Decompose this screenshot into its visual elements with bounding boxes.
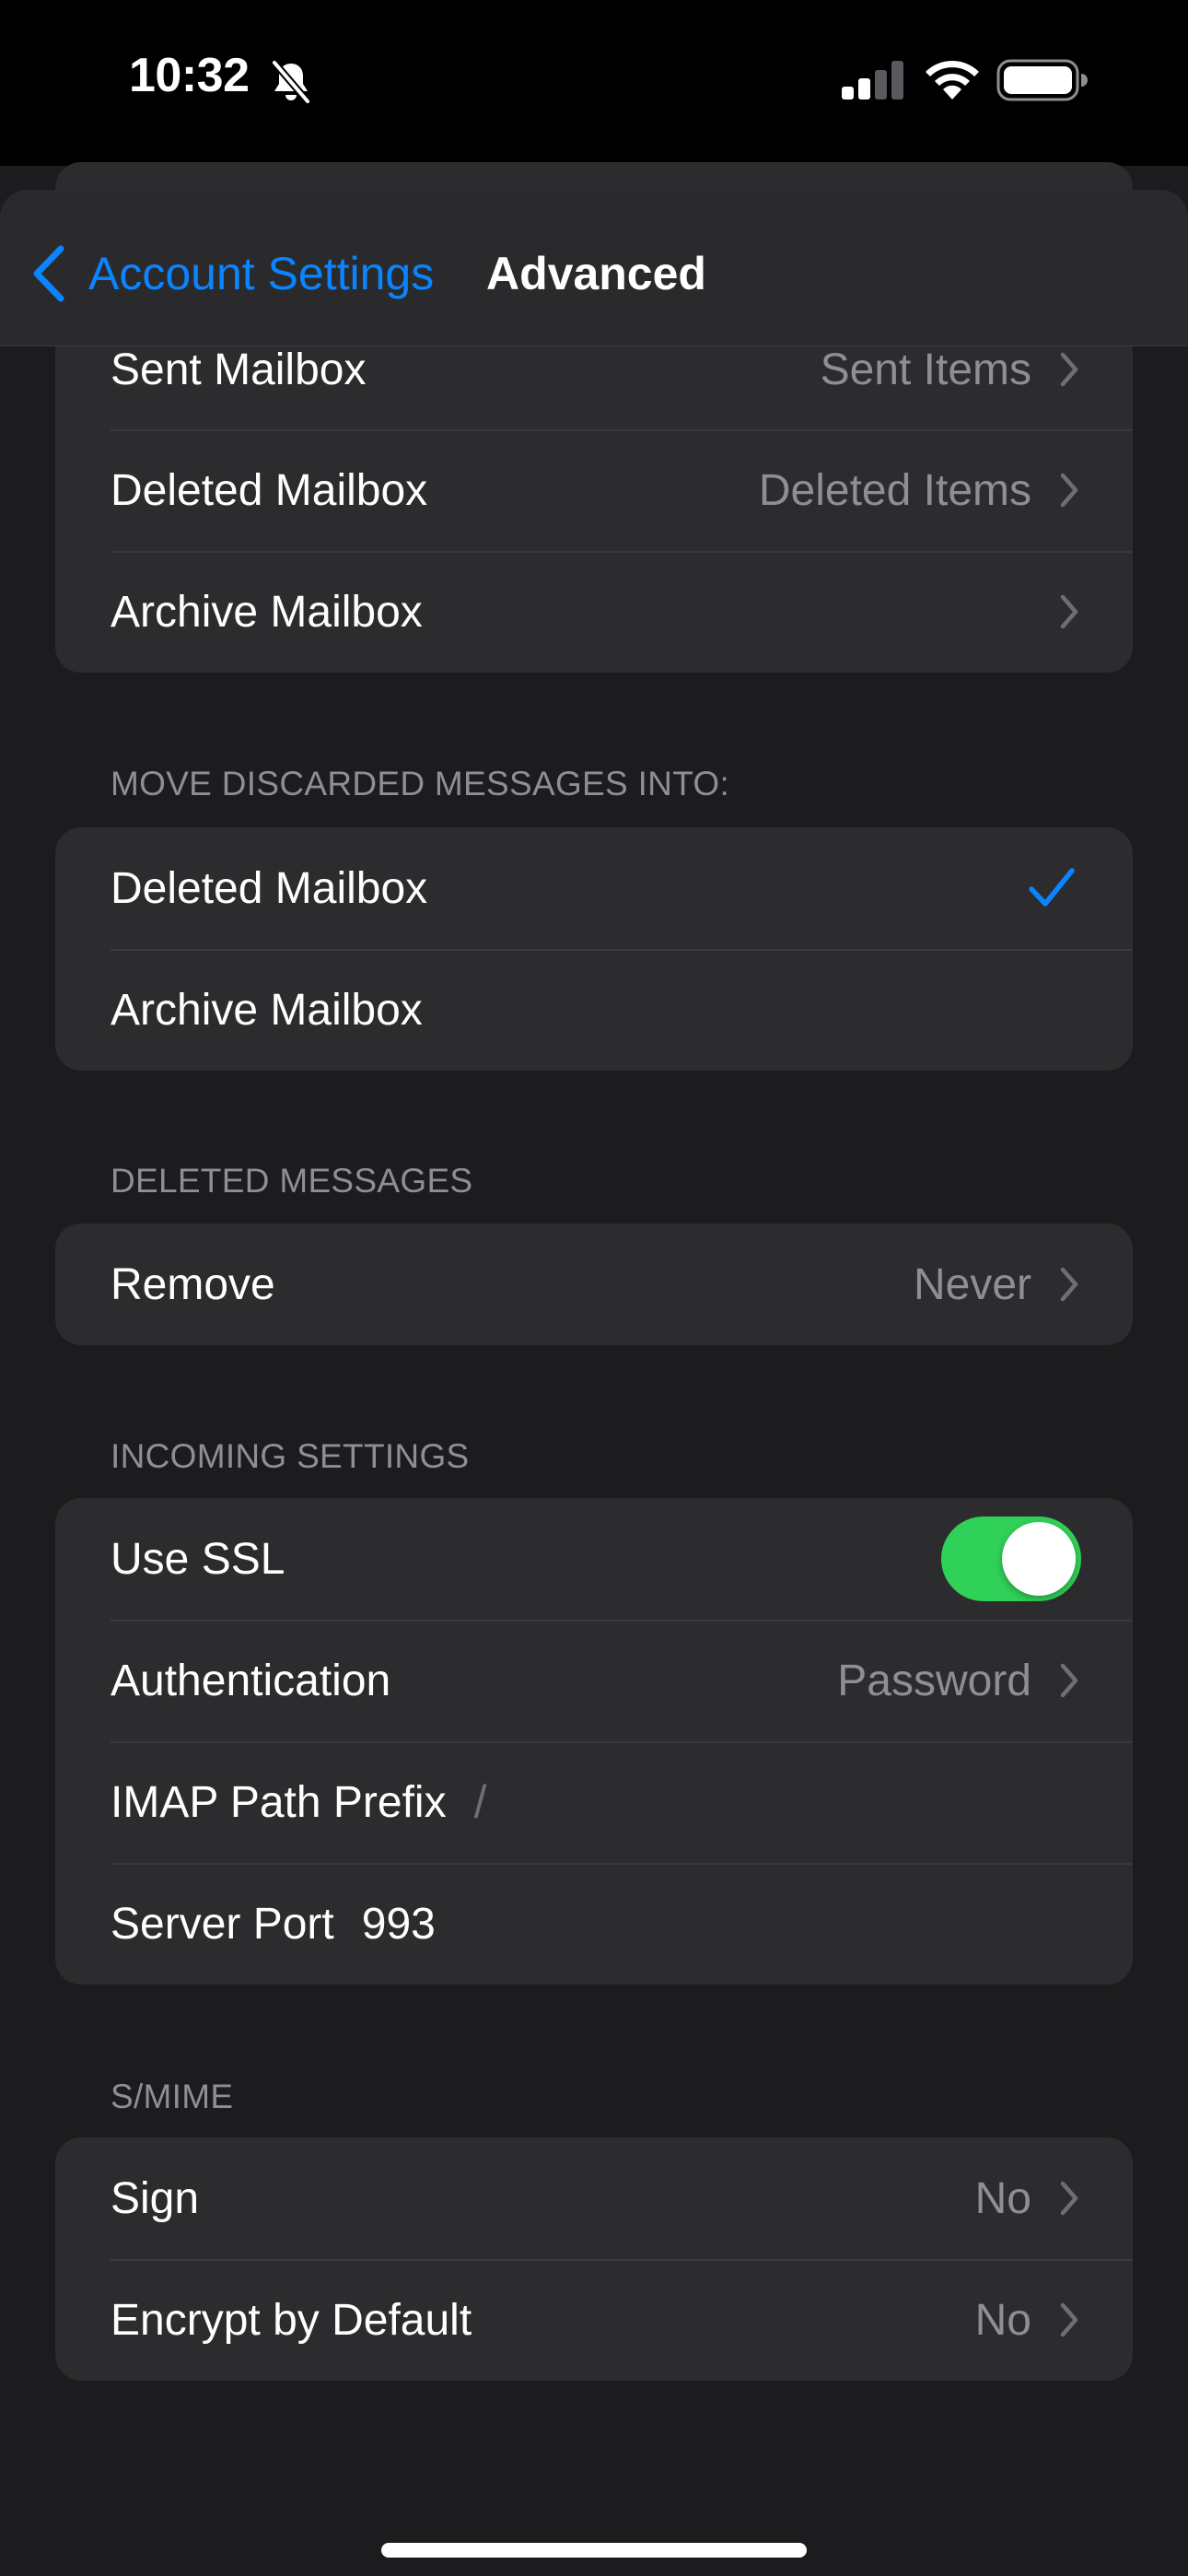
authentication-label: Authentication	[111, 1656, 391, 1705]
authentication-value: Password	[837, 1656, 1031, 1705]
home-indicator[interactable]	[381, 2543, 807, 2558]
discard-option-label: Deleted Mailbox	[111, 863, 428, 913]
chevron-right-icon	[1060, 1663, 1078, 1698]
settings-list[interactable]: Sent Mailbox Sent Items Deleted Mailbox …	[0, 0, 1188, 2576]
sign-row[interactable]: Sign No	[55, 2137, 1133, 2259]
server-port-input[interactable]: 993	[362, 1899, 436, 1950]
use-ssl-label: Use SSL	[111, 1534, 285, 1584]
imap-path-prefix-row[interactable]: IMAP Path Prefix /	[55, 1741, 1133, 1863]
discard-option-archive-mailbox[interactable]: Archive Mailbox	[55, 949, 1133, 1071]
archive-mailbox-label: Archive Mailbox	[111, 587, 423, 637]
use-ssl-row: Use SSL	[55, 1498, 1133, 1620]
server-port-row[interactable]: Server Port 993	[55, 1863, 1133, 1985]
discarded-section-header: MOVE DISCARDED MESSAGES INTO:	[111, 765, 730, 802]
deleted-messages-section-header: DELETED MESSAGES	[111, 1162, 473, 1200]
imap-path-prefix-label: IMAP Path Prefix	[111, 1777, 447, 1827]
advanced-settings-screen: 10:32 Account Settings Advanced Sent Mai…	[0, 0, 1188, 2576]
chevron-right-icon	[1060, 594, 1078, 629]
mailbox-behaviors-group: Sent Mailbox Sent Items Deleted Mailbox …	[55, 310, 1133, 673]
imap-path-prefix-input[interactable]: /	[474, 1775, 487, 1829]
sign-value: No	[974, 2173, 1031, 2223]
sent-mailbox-value: Sent Items	[820, 345, 1031, 394]
sign-label: Sign	[111, 2173, 200, 2223]
discarded-options-group: Deleted Mailbox Archive Mailbox	[55, 827, 1133, 1071]
authentication-row[interactable]: Authentication Password	[55, 1620, 1133, 1741]
chevron-right-icon	[1060, 473, 1078, 508]
server-port-label: Server Port	[111, 1899, 334, 1949]
chevron-right-icon	[1060, 2302, 1078, 2337]
remove-value: Never	[913, 1259, 1031, 1309]
discard-option-label: Archive Mailbox	[111, 985, 423, 1035]
discard-option-deleted-mailbox[interactable]: Deleted Mailbox	[55, 827, 1133, 949]
encrypt-by-default-row[interactable]: Encrypt by Default No	[55, 2259, 1133, 2381]
chevron-right-icon	[1060, 2181, 1078, 2216]
sent-mailbox-label: Sent Mailbox	[111, 345, 367, 394]
use-ssl-toggle[interactable]	[941, 1516, 1081, 1601]
incoming-settings-section-header: INCOMING SETTINGS	[111, 1437, 470, 1475]
deleted-mailbox-label: Deleted Mailbox	[111, 465, 428, 515]
encrypt-by-default-value: No	[974, 2295, 1031, 2345]
remove-row[interactable]: Remove Never	[55, 1224, 1133, 1345]
back-button[interactable]: Account Settings	[31, 241, 434, 306]
chevron-left-icon	[33, 245, 64, 302]
incoming-settings-group: Use SSL Authentication Password IMAP Pat…	[55, 1498, 1133, 1985]
smime-group: Sign No Encrypt by Default No	[55, 2137, 1133, 2381]
archive-mailbox-row[interactable]: Archive Mailbox	[55, 551, 1133, 673]
navigation-bar: Account Settings Advanced	[0, 190, 1188, 346]
toggle-knob	[1002, 1522, 1076, 1596]
chevron-right-icon	[1060, 1267, 1078, 1302]
page-title: Advanced	[486, 248, 706, 299]
deleted-mailbox-value: Deleted Items	[758, 465, 1031, 515]
back-button-label: Account Settings	[88, 248, 435, 299]
smime-section-header: S/MIME	[111, 2078, 234, 2115]
deleted-messages-group: Remove Never	[55, 1224, 1133, 1345]
remove-label: Remove	[111, 1259, 275, 1309]
deleted-mailbox-row[interactable]: Deleted Mailbox Deleted Items	[55, 429, 1133, 551]
checkmark-icon	[1029, 868, 1075, 907]
chevron-right-icon	[1060, 352, 1078, 387]
encrypt-by-default-label: Encrypt by Default	[111, 2295, 472, 2345]
